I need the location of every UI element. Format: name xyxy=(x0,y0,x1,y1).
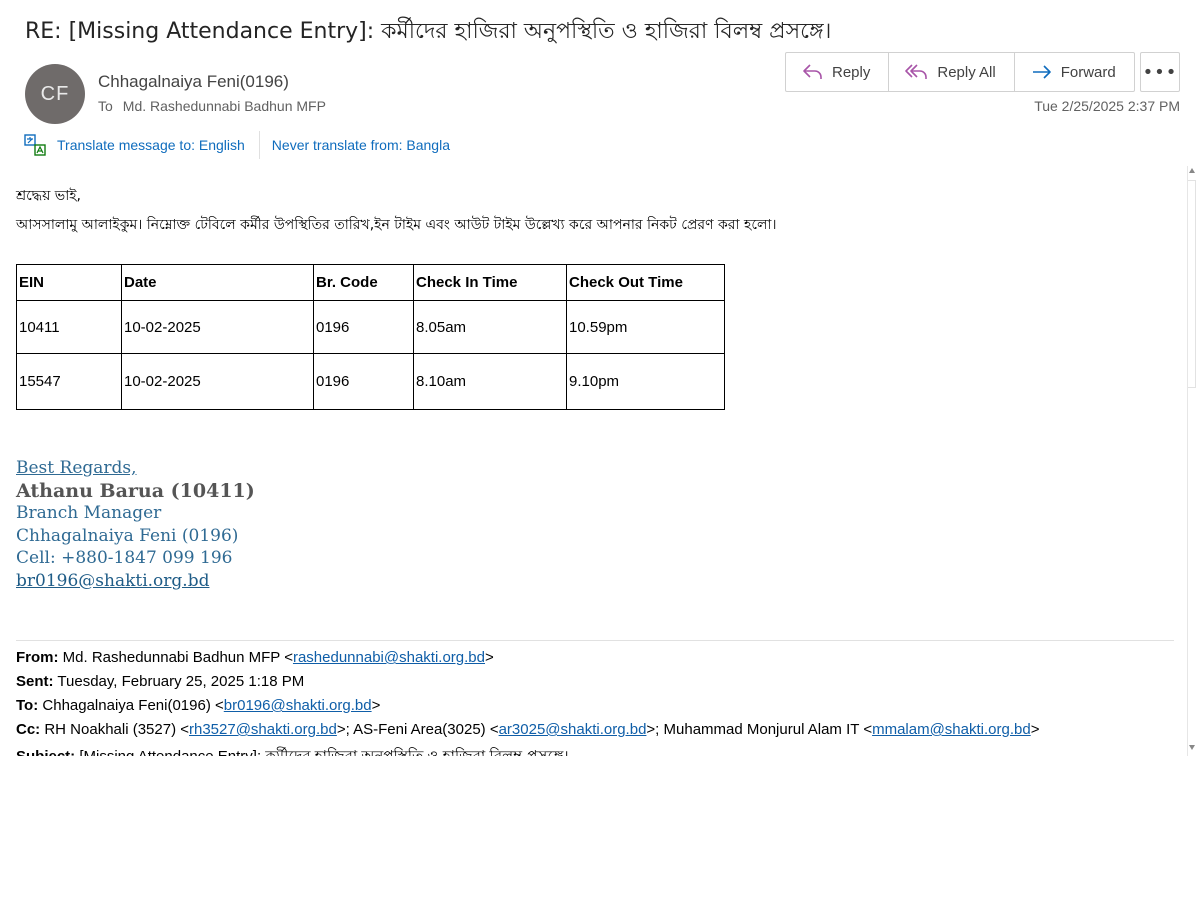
table-cell: 15547 xyxy=(16,353,122,410)
message-date: Tue 2/25/2025 2:37 PM xyxy=(1034,98,1180,114)
column-header: EIN xyxy=(16,264,122,301)
to-label-quoted: To: xyxy=(16,697,39,714)
reply-icon xyxy=(803,64,822,79)
signature-email-link[interactable]: br0196@shakti.org.bd xyxy=(16,570,255,593)
column-header: Date xyxy=(121,264,314,301)
recipient-name[interactable]: Md. Rashedunnabi Badhun MFP xyxy=(123,98,326,114)
reply-all-button[interactable]: Reply All xyxy=(889,53,1015,91)
column-header: Check Out Time xyxy=(566,264,725,301)
translate-icon xyxy=(24,134,46,156)
reply-all-label: Reply All xyxy=(937,63,996,81)
table-cell: 10-02-2025 xyxy=(121,353,314,410)
translate-divider xyxy=(258,131,260,159)
column-header: Check In Time xyxy=(413,264,567,301)
column-header: Br. Code xyxy=(313,264,414,301)
subject-label: Subject: xyxy=(16,748,75,756)
reply-all-icon xyxy=(905,64,928,79)
quoted-subject-text: [Missing Attendance Entry]: কর্মীদের হাজ… xyxy=(79,748,568,756)
signature-branch: Chhagalnaiya Feni (0196) xyxy=(16,525,239,546)
cc-end: > xyxy=(1030,721,1040,738)
table-cell: 10411 xyxy=(16,300,122,354)
message-actions: Reply Reply All Forward xyxy=(785,52,1135,92)
from-label: From: xyxy=(16,649,59,666)
attendance-table: EIN Date Br. Code Check In Time Check Ou… xyxy=(16,264,725,410)
signature: Best Regards, Athanu Barua (10411) Branc… xyxy=(16,457,255,592)
sent-label: Sent: xyxy=(16,673,54,690)
forward-icon xyxy=(1032,65,1051,79)
sender-name[interactable]: Chhagalnaiya Feni(0196) xyxy=(98,72,289,92)
reply-button[interactable]: Reply xyxy=(786,53,890,91)
translate-bar: Translate message to: English Never tran… xyxy=(24,131,450,159)
forward-button[interactable]: Forward xyxy=(1015,53,1134,91)
quoted-sent: Sent: Tuesday, February 25, 2025 1:18 PM xyxy=(16,673,304,690)
from-name: Md. Rashedunnabi Badhun MFP < xyxy=(62,649,293,666)
to-name: Chhagalnaiya Feni(0196) < xyxy=(42,697,224,714)
scroll-down-arrow-icon[interactable] xyxy=(1189,745,1195,750)
to-email-link[interactable]: br0196@shakti.org.bd xyxy=(224,697,372,714)
never-translate-link[interactable]: Never translate from: Bangla xyxy=(272,137,450,153)
reply-label: Reply xyxy=(832,63,871,81)
table-cell: 10.59pm xyxy=(566,300,725,354)
cc-name-1: RH Noakhali (3527) < xyxy=(44,721,189,738)
cc-label: Cc: xyxy=(16,721,41,738)
to-end: > xyxy=(371,697,381,714)
from-end: > xyxy=(485,649,494,666)
table-header-row: EIN Date Br. Code Check In Time Check Ou… xyxy=(16,264,725,301)
quoted-from: From: Md. Rashedunnabi Badhun MFP <rashe… xyxy=(16,649,494,666)
table-cell: 8.10am xyxy=(413,353,567,410)
table-cell: 0196 xyxy=(313,300,414,354)
signature-regards: Best Regards, xyxy=(16,458,137,478)
cc-email-link-2[interactable]: ar3025@shakti.org.bd xyxy=(499,721,647,738)
greeting: শ্রদ্ধেয় ভাই, xyxy=(16,188,81,204)
avatar[interactable]: CF xyxy=(25,64,85,124)
table-cell: 8.05am xyxy=(413,300,567,354)
signature-title: Branch Manager xyxy=(16,503,162,523)
more-actions-button[interactable]: ••• xyxy=(1140,52,1180,92)
message-body: শ্রদ্ধেয় ভাই, আসসালামু আলাইকুম। নিম্নোক… xyxy=(0,166,1196,756)
sent-value: Tuesday, February 25, 2025 1:18 PM xyxy=(57,673,305,690)
to-label: To xyxy=(98,98,113,114)
intro-text: আসসালামু আলাইকুম। নিম্নোক্ত টেবিলে কর্মী… xyxy=(16,217,777,233)
signature-cell: Cell: +880-1847 099 196 xyxy=(16,548,233,568)
quoted-cc: Cc: RH Noakhali (3527) <rh3527@shakti.or… xyxy=(16,721,1039,738)
table-cell: 10-02-2025 xyxy=(121,300,314,354)
cc-email-link-3[interactable]: mmalam@shakti.org.bd xyxy=(872,721,1031,738)
table-row: 10411 10-02-2025 0196 8.05am 10.59pm xyxy=(16,300,725,354)
scrollbar-thumb[interactable] xyxy=(1188,180,1196,388)
recipient-line: To Md. Rashedunnabi Badhun MFP xyxy=(98,98,326,114)
signature-name: Athanu Barua (10411) xyxy=(16,479,255,502)
scroll-up-arrow-icon[interactable] xyxy=(1189,168,1195,173)
translate-link[interactable]: Translate message to: English xyxy=(57,137,245,153)
quoted-divider xyxy=(16,640,1174,641)
table-cell: 0196 xyxy=(313,353,414,410)
from-email-link[interactable]: rashedunnabi@shakti.org.bd xyxy=(293,649,485,666)
forward-label: Forward xyxy=(1060,63,1116,81)
quoted-to: To: Chhagalnaiya Feni(0196) <br0196@shak… xyxy=(16,697,380,714)
cc-name-2: >; AS-Feni Area(3025) < xyxy=(336,721,499,738)
cc-name-3: >; Muhammad Monjurul Alam IT < xyxy=(646,721,873,738)
table-cell: 9.10pm xyxy=(566,353,725,410)
email-subject: RE: [Missing Attendance Entry]: কর্মীদের… xyxy=(25,19,832,44)
table-row: 15547 10-02-2025 0196 8.10am 9.10pm xyxy=(16,353,725,410)
quoted-subject: Subject: [Missing Attendance Entry]: কর্… xyxy=(16,745,569,756)
cc-email-link-1[interactable]: rh3527@shakti.org.bd xyxy=(189,721,337,738)
